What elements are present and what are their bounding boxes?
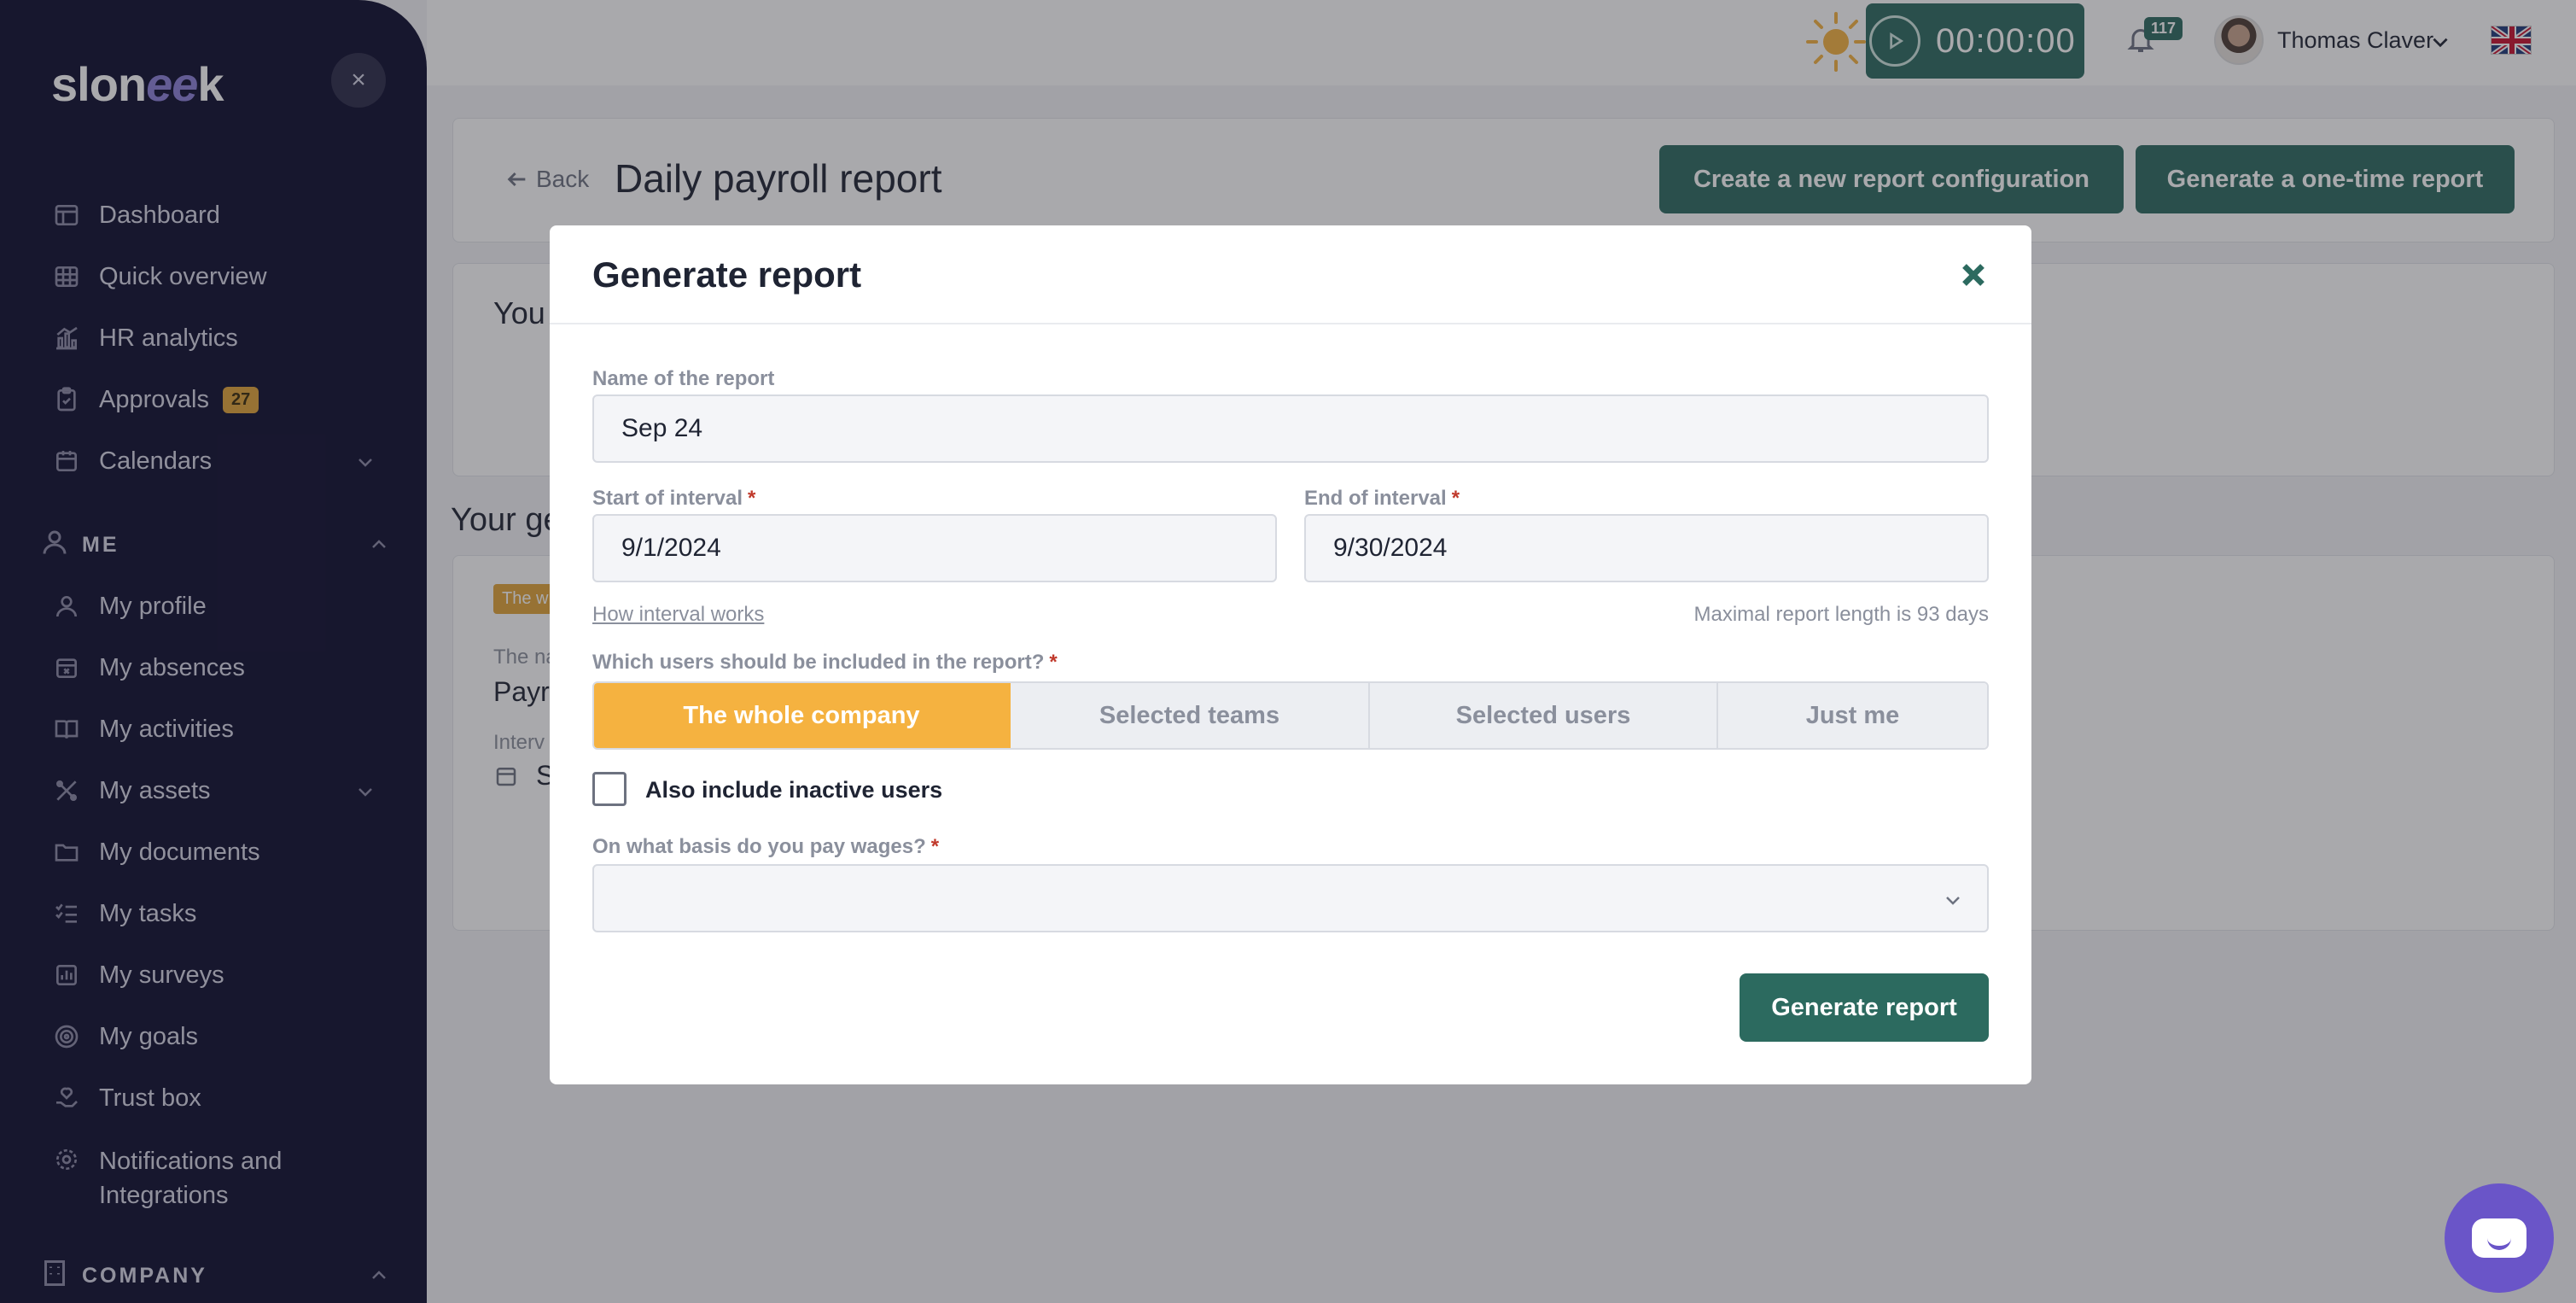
dialog-header: Generate report xyxy=(550,225,2031,324)
end-interval-label-text: End of interval xyxy=(1304,487,1447,510)
scope-selected-teams-button[interactable]: Selected teams xyxy=(1011,683,1370,748)
end-date-input[interactable] xyxy=(1304,514,1989,582)
required-marker: * xyxy=(748,487,756,510)
scope-just-me-button[interactable]: Just me xyxy=(1718,683,1987,748)
generate-report-submit-button[interactable]: Generate report xyxy=(1740,973,1989,1042)
how-interval-works-link[interactable]: How interval works xyxy=(592,603,764,627)
include-inactive-label[interactable]: Also include inactive users xyxy=(645,777,942,803)
users-included-label: Which users should be included in the re… xyxy=(592,651,1058,675)
report-name-label: Name of the report xyxy=(592,367,774,391)
chat-widget-button[interactable] xyxy=(2445,1183,2554,1293)
scope-whole-company-button[interactable]: The whole company xyxy=(594,683,1011,748)
dialog-title: Generate report xyxy=(592,254,862,295)
max-report-length-note: Maximal report length is 93 days xyxy=(1693,603,1990,626)
users-scope-selector: The whole company Selected teams Selecte… xyxy=(592,681,1989,750)
include-inactive-checkbox[interactable] xyxy=(592,772,627,806)
report-name-input[interactable] xyxy=(592,394,1989,463)
start-interval-label: Start of interval * xyxy=(592,487,755,511)
chevron-down-icon xyxy=(1946,897,1960,905)
report-name-label-text: Name of the report xyxy=(592,367,775,390)
close-icon[interactable] xyxy=(1958,260,1989,290)
end-interval-label: End of interval * xyxy=(1304,487,1460,511)
scope-selected-users-button[interactable]: Selected users xyxy=(1370,683,1718,748)
required-marker: * xyxy=(930,835,940,858)
start-date-input[interactable] xyxy=(592,514,1277,582)
chat-icon xyxy=(2472,1218,2526,1258)
users-included-label-text: Which users should be included in the re… xyxy=(592,651,1045,674)
wages-basis-label: On what basis do you pay wages? * xyxy=(592,835,939,859)
wages-basis-label-text: On what basis do you pay wages? xyxy=(592,835,926,858)
required-marker: * xyxy=(1049,651,1058,674)
start-interval-label-text: Start of interval xyxy=(592,487,743,510)
required-marker: * xyxy=(1451,487,1460,510)
generate-report-dialog: Generate report Name of the report Start… xyxy=(550,225,2031,1084)
wages-basis-select[interactable] xyxy=(592,864,1989,932)
